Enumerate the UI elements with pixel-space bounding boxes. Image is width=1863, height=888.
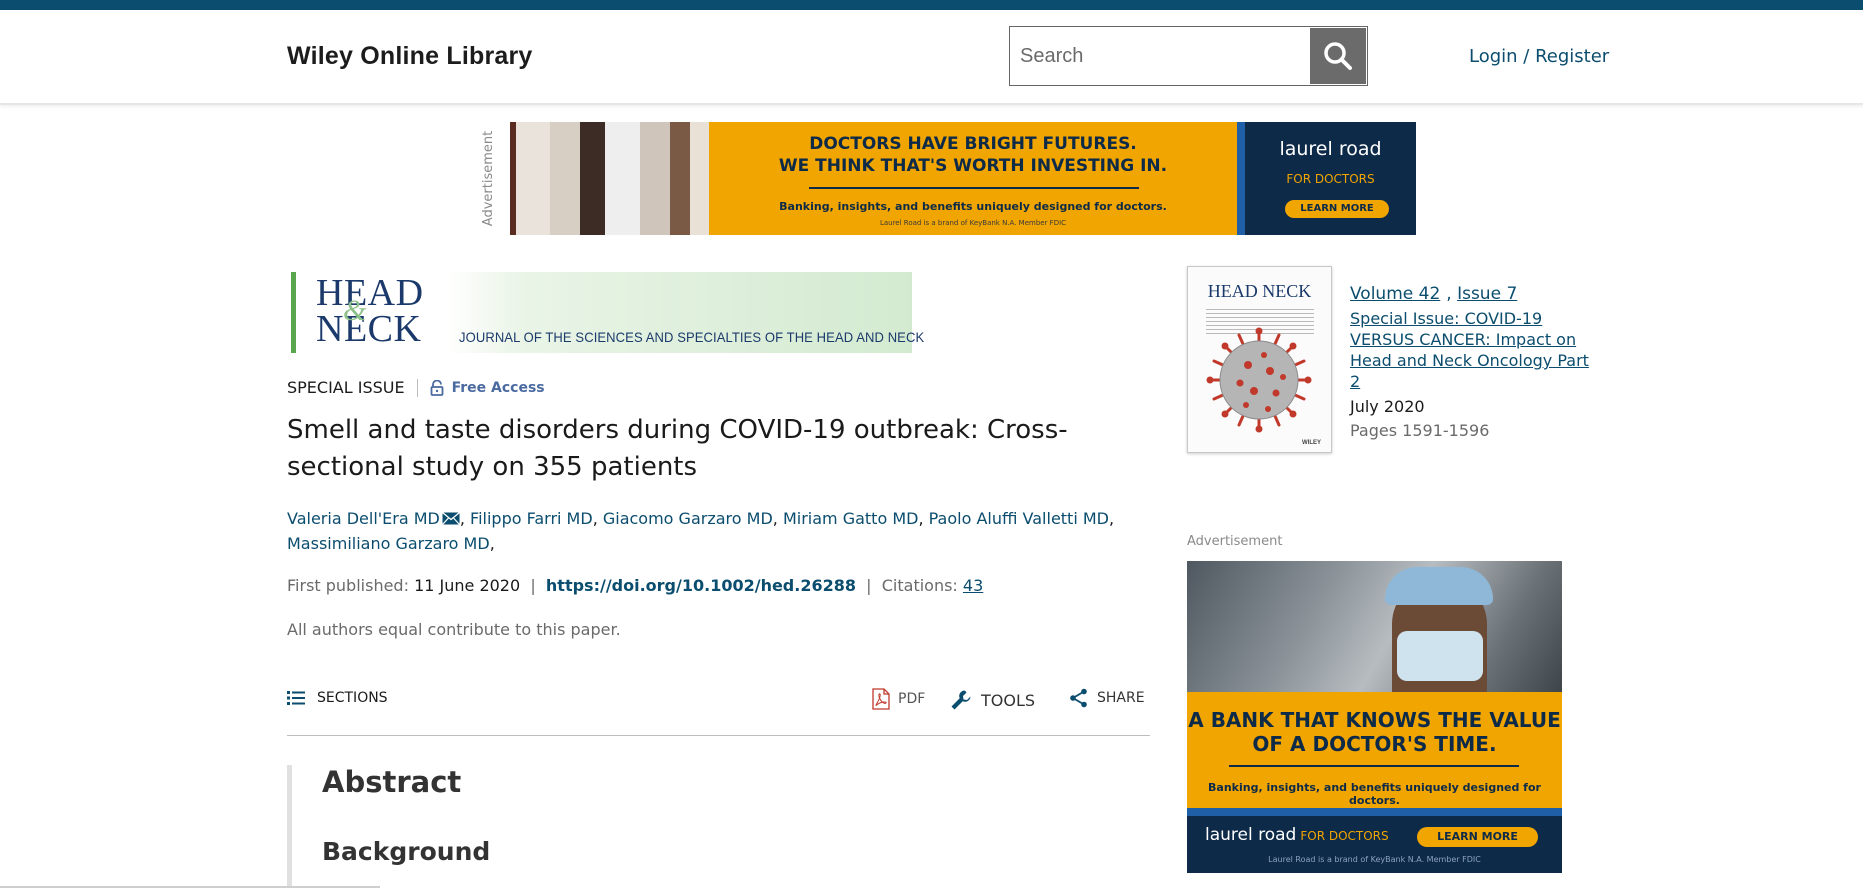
- doi-link[interactable]: https://doi.org/10.1002/hed.26288: [546, 576, 856, 595]
- ad-brand-sub: FOR DOCTORS: [1286, 172, 1375, 186]
- email-icon[interactable]: [441, 511, 460, 525]
- ad-photo: [510, 122, 709, 235]
- share-label: SHARE: [1097, 690, 1145, 706]
- virus-illustration: [1206, 327, 1312, 433]
- ad-learn-more-button[interactable]: LEARN MORE: [1285, 200, 1389, 218]
- search-input[interactable]: [1020, 37, 1310, 75]
- ad-divider: [809, 187, 1139, 189]
- ad-stripe: [1187, 808, 1562, 816]
- author-list: Valeria Dell'Era MD , Filippo Farri MD, …: [287, 509, 1115, 553]
- author-link[interactable]: Giacomo Garzaro MD: [603, 509, 773, 528]
- author-link[interactable]: Paolo Aluffi Valletti MD: [929, 509, 1109, 528]
- wrench-icon: [951, 690, 971, 710]
- search-icon: [1324, 42, 1352, 70]
- pdf-icon: [872, 688, 890, 710]
- issue-cover-image[interactable]: HEAD NECK WILEY: [1187, 266, 1332, 453]
- issue-info: Volume 42, Issue 7 Special Issue: COVID-…: [1350, 284, 1600, 440]
- list-icon: [287, 691, 305, 705]
- pdf-label: PDF: [898, 691, 926, 707]
- journal-subtitle: JOURNAL OF THE SCIENCES AND SPECIALTIES …: [459, 329, 925, 345]
- abstract-section: Abstract Background: [287, 765, 1150, 888]
- first-published-date: 11 June 2020: [414, 576, 521, 595]
- unlock-icon: [430, 379, 444, 396]
- share-button[interactable]: SHARE: [1069, 688, 1145, 708]
- article-meta-row: SPECIAL ISSUE Free Access: [287, 378, 545, 397]
- volume-issue: Volume 42, Issue 7: [1350, 284, 1518, 304]
- first-published-label: First published:: [287, 576, 409, 595]
- cover-title: HEAD NECK: [1207, 281, 1312, 301]
- access-badge: Free Access: [430, 379, 545, 396]
- site-logo[interactable]: Wiley Online Library: [287, 42, 533, 71]
- ad-headline-1: DOCTORS HAVE BRIGHT FUTURES.: [809, 134, 1137, 154]
- ad-label: Advertisement: [481, 130, 497, 227]
- free-access-label: Free Access: [451, 379, 545, 396]
- citations-label: Citations:: [881, 576, 958, 595]
- ad-divider: [1229, 765, 1519, 767]
- article-type: SPECIAL ISSUE: [287, 378, 405, 397]
- login-register-link[interactable]: Login / Register: [1469, 46, 1609, 67]
- ad-brand-logo: laurel road FOR DOCTORS: [1205, 825, 1389, 845]
- ad-tagline: Banking, insights, and benefits uniquely…: [779, 200, 1167, 213]
- ad-brand-panel: laurel road FOR DOCTORS LEARN MORE: [1237, 122, 1416, 235]
- share-icon: [1070, 688, 1087, 708]
- ad-headline-2: OF A DOCTOR'S TIME.: [1252, 732, 1497, 756]
- issue-pages: Pages 1591-1596: [1350, 421, 1490, 440]
- ad-message-panel: DOCTORS HAVE BRIGHT FUTURES. WE THINK TH…: [709, 122, 1237, 235]
- author-link[interactable]: Valeria Dell'Era MD: [287, 509, 440, 528]
- author-link[interactable]: Filippo Farri MD: [470, 509, 593, 528]
- journal-banner[interactable]: HEAD NECK & JOURNAL OF THE SCIENCES AND …: [291, 272, 924, 353]
- side-advertisement[interactable]: A BANK THAT KNOWS THE VALUE OF A DOCTOR'…: [1187, 561, 1562, 873]
- tools-label: TOOLS: [981, 690, 1036, 710]
- ad-fine-print: Laurel Road is a brand of KeyBank N.A. M…: [879, 219, 1067, 227]
- top-strip: [0, 0, 1863, 10]
- issue-date: July 2020: [1350, 397, 1425, 416]
- site-header: Wiley Online Library Login / Register: [0, 10, 1863, 105]
- publication-info: First published: 11 June 2020 | https://…: [287, 576, 984, 595]
- divider: [416, 378, 418, 397]
- volume-link[interactable]: Volume 42: [1350, 284, 1440, 304]
- ad-photo-mask: [1397, 631, 1483, 681]
- ad-label: Advertisement: [1187, 534, 1283, 549]
- tools-button[interactable]: TOOLS: [949, 688, 1035, 712]
- search-button[interactable]: [1310, 28, 1366, 84]
- pdf-button[interactable]: PDF: [872, 688, 925, 710]
- ad-photo: [1187, 561, 1562, 692]
- author-link[interactable]: Miriam Gatto MD: [783, 509, 919, 528]
- search-box: [1009, 26, 1368, 86]
- author-link[interactable]: Massimiliano Garzaro MD: [287, 534, 490, 553]
- author-note: All authors equal contribute to this pap…: [287, 620, 621, 639]
- ad-brand-logo: laurel road: [1279, 138, 1382, 160]
- sections-button[interactable]: SECTIONS: [287, 690, 388, 706]
- ad-headline-1: A BANK THAT KNOWS THE VALUE: [1188, 708, 1561, 732]
- background-heading: Background: [322, 837, 491, 866]
- ad-headline-2: WE THINK THAT'S WORTH INVESTING IN.: [778, 156, 1168, 176]
- sections-label: SECTIONS: [317, 690, 388, 706]
- ad-message-panel: A BANK THAT KNOWS THE VALUE OF A DOCTOR'…: [1187, 692, 1562, 808]
- article-toolbar: SECTIONS PDF TOOLS SHARE: [287, 686, 1150, 736]
- special-issue-link[interactable]: Special Issue: COVID-19 VERSUS CANCER: I…: [1350, 308, 1600, 392]
- ad-learn-more-button[interactable]: LEARN MORE: [1417, 827, 1538, 847]
- cover-publisher: WILEY: [1302, 440, 1321, 446]
- article-title: Smell and taste disorders during COVID-1…: [287, 415, 1068, 482]
- abstract-heading: Abstract: [322, 765, 462, 799]
- issue-link[interactable]: Issue 7: [1457, 284, 1517, 304]
- citations-count[interactable]: 43: [963, 576, 983, 595]
- ad-photo-cap: [1385, 567, 1493, 605]
- ad-tagline: Banking, insights, and benefits uniquely…: [1208, 781, 1541, 807]
- ad-fine-print: Laurel Road is a brand of KeyBank N.A. M…: [1268, 855, 1481, 864]
- journal-logo-ampersand: &: [343, 294, 367, 327]
